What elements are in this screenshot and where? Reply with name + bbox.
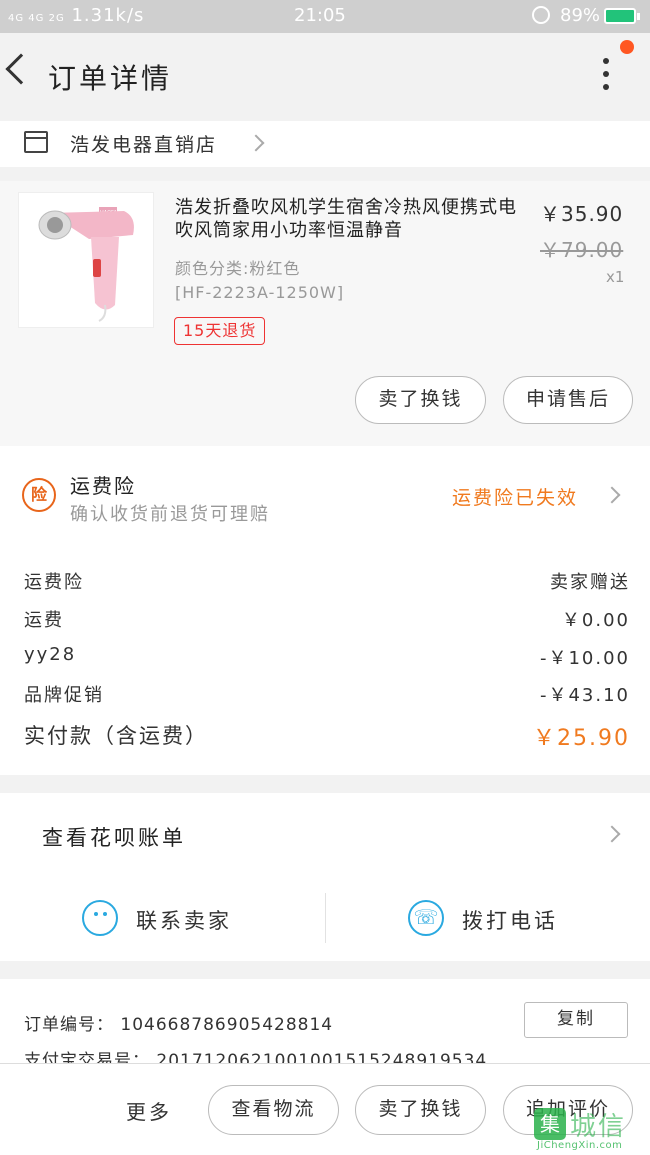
store-icon	[24, 131, 48, 153]
total-value: ￥25.90	[533, 726, 630, 751]
chat-smile-icon	[82, 900, 118, 936]
battery-icon	[604, 8, 640, 24]
signal-indicator: 4G 4G 2G 1.31k/s	[8, 5, 144, 26]
product-color: 颜色分类:粉红色	[175, 259, 301, 278]
watermark-url: JiChengXin.com	[537, 1140, 623, 1151]
hair-dryer-image: HAOFA	[38, 207, 134, 322]
fee-label: 运费	[24, 610, 64, 631]
copy-button[interactable]: 复制	[524, 1002, 628, 1038]
fee-value: -￥10.00	[539, 648, 630, 669]
return-policy-badge: 15天退货	[174, 317, 266, 345]
insurance-icon: 险	[22, 478, 56, 512]
insurance-status: 运费险已失效	[452, 487, 579, 509]
more-menu-icon[interactable]	[598, 58, 614, 94]
after-sale-button[interactable]: 申请售后	[503, 376, 633, 424]
insurance-subtitle: 确认收货前退货可理赔	[70, 504, 270, 525]
huabei-bill-label: 查看花呗账单	[42, 826, 186, 850]
fee-value: 卖家赠送	[550, 572, 630, 593]
battery-percent: 89%	[560, 5, 601, 26]
watermark-text: 城信	[570, 1112, 627, 1142]
product-spec: 颜色分类:粉红色 [HF-2223A-1250W]	[175, 257, 525, 305]
resell-button[interactable]: 卖了换钱	[355, 1085, 486, 1135]
watermark-logo: 集	[534, 1108, 566, 1140]
fee-row-shipping: 运费 ￥0.00	[24, 606, 630, 636]
network-speed: 1.31k/s	[71, 5, 145, 26]
product-title[interactable]: 浩发折叠吹风机学生宿舍冷热风便携式电吹风筒家用小功率恒温静音	[175, 196, 525, 242]
fee-row-promotion: 品牌促销 -￥43.10	[24, 681, 630, 711]
call-label: 拨打电话	[462, 909, 558, 933]
total-label: 实付款（含运费）	[24, 724, 208, 748]
order-number: 订单编号： 104668786905428814	[24, 1015, 334, 1035]
original-price: ￥79.00	[540, 238, 624, 262]
signal-text: 4G 4G 2G	[8, 13, 65, 24]
resell-button[interactable]: 卖了换钱	[355, 376, 486, 424]
product-price: ￥35.90	[540, 202, 624, 226]
page-title: 订单详情	[48, 62, 173, 95]
fee-row-coupon: yy28 -￥10.00	[24, 644, 630, 674]
quantity: x1	[606, 268, 625, 286]
status-bar: 4G 4G 2G 1.31k/s 21:05 89%	[0, 0, 650, 33]
fee-label: 品牌促销	[24, 685, 104, 706]
fee-value: -￥43.10	[539, 685, 630, 706]
insurance-title: 运费险	[70, 474, 136, 498]
more-button[interactable]: 更多	[126, 1096, 172, 1125]
fee-value: ￥0.00	[561, 610, 630, 631]
notification-dot	[620, 40, 634, 54]
view-logistics-button[interactable]: 查看物流	[208, 1085, 339, 1135]
shop-name: 浩发电器直销店	[70, 134, 218, 156]
fee-row-insurance: 运费险 卖家赠送	[24, 568, 630, 598]
clock: 21:05	[294, 5, 346, 26]
fee-label: yy28	[24, 644, 77, 665]
product-thumbnail[interactable]: HAOFA	[18, 192, 154, 328]
alarm-icon	[532, 6, 550, 24]
fee-label: 运费险	[24, 572, 84, 593]
contact-seller-label: 联系卖家	[136, 909, 232, 933]
product-model: [HF-2223A-1250W]	[175, 283, 345, 302]
phone-icon: ☏	[408, 900, 444, 936]
total-paid-row: 实付款（含运费） ￥25.90	[24, 720, 630, 754]
